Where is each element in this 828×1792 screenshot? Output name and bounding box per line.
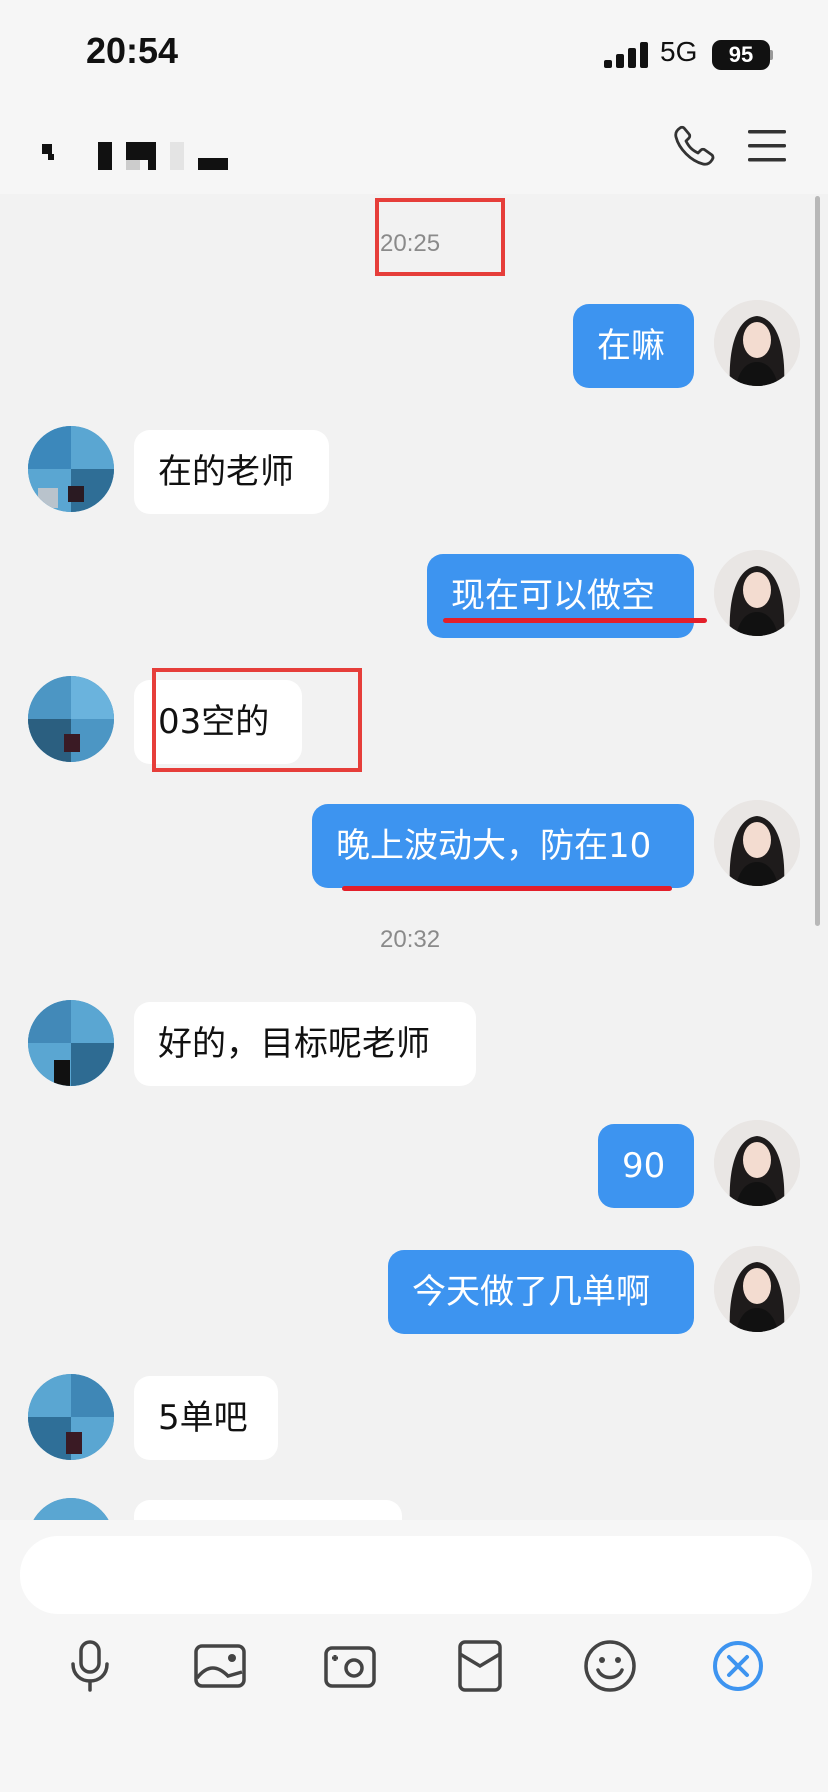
phone-icon[interactable] [672,124,716,168]
my-avatar[interactable] [714,800,800,886]
my-avatar[interactable] [714,300,800,386]
contact-avatar[interactable] [28,426,114,512]
close-icon[interactable] [710,1638,766,1694]
incoming-message[interactable] [134,1500,402,1520]
red-packet-icon[interactable] [452,1638,508,1694]
camera-icon[interactable] [322,1638,378,1694]
hamburger-menu-icon[interactable] [746,126,788,166]
battery-icon [770,50,773,60]
outgoing-message[interactable]: 现在可以做空 [427,554,694,638]
incoming-message[interactable]: 在的老师 [134,430,329,514]
emoji-icon[interactable] [582,1638,638,1694]
contact-avatar[interactable] [28,676,114,762]
outgoing-message[interactable]: 90 [598,1124,694,1208]
message-list[interactable]: 20:25 在嘛 在的老师 现在可以做空 03空的 晚上波动大，防在10 20:… [0,194,828,1520]
contact-name-redacted[interactable] [40,140,240,170]
status-bar: 20:54 5G 95 [0,0,828,100]
microphone-icon[interactable] [62,1638,118,1694]
contact-avatar[interactable] [28,1498,114,1520]
incoming-message[interactable]: 好的，目标呢老师 [134,1002,476,1086]
outgoing-message[interactable]: 今天做了几单啊 [388,1250,694,1334]
signal-icon [604,42,648,68]
message-input[interactable] [20,1536,812,1614]
network-type: 5G [660,36,698,67]
annotation-underline [443,618,707,623]
battery-level: 95 [712,40,770,70]
outgoing-message[interactable]: 在嘛 [573,304,694,388]
message-timestamp: 20:32 [380,926,441,953]
my-avatar[interactable] [714,1246,800,1332]
annotation-underline [342,886,672,891]
outgoing-message[interactable]: 晚上波动大，防在10 [312,804,694,888]
my-avatar[interactable] [714,550,800,636]
incoming-message[interactable]: 5单吧 [134,1376,278,1460]
clock: 20:54 [86,30,179,71]
annotation-box [152,668,362,772]
contact-avatar[interactable] [28,1374,114,1460]
my-avatar[interactable] [714,1120,800,1206]
scrollbar[interactable] [815,196,820,926]
contact-avatar[interactable] [28,1000,114,1086]
image-icon[interactable] [192,1638,248,1694]
input-area [0,1520,828,1792]
annotation-box [375,198,505,276]
